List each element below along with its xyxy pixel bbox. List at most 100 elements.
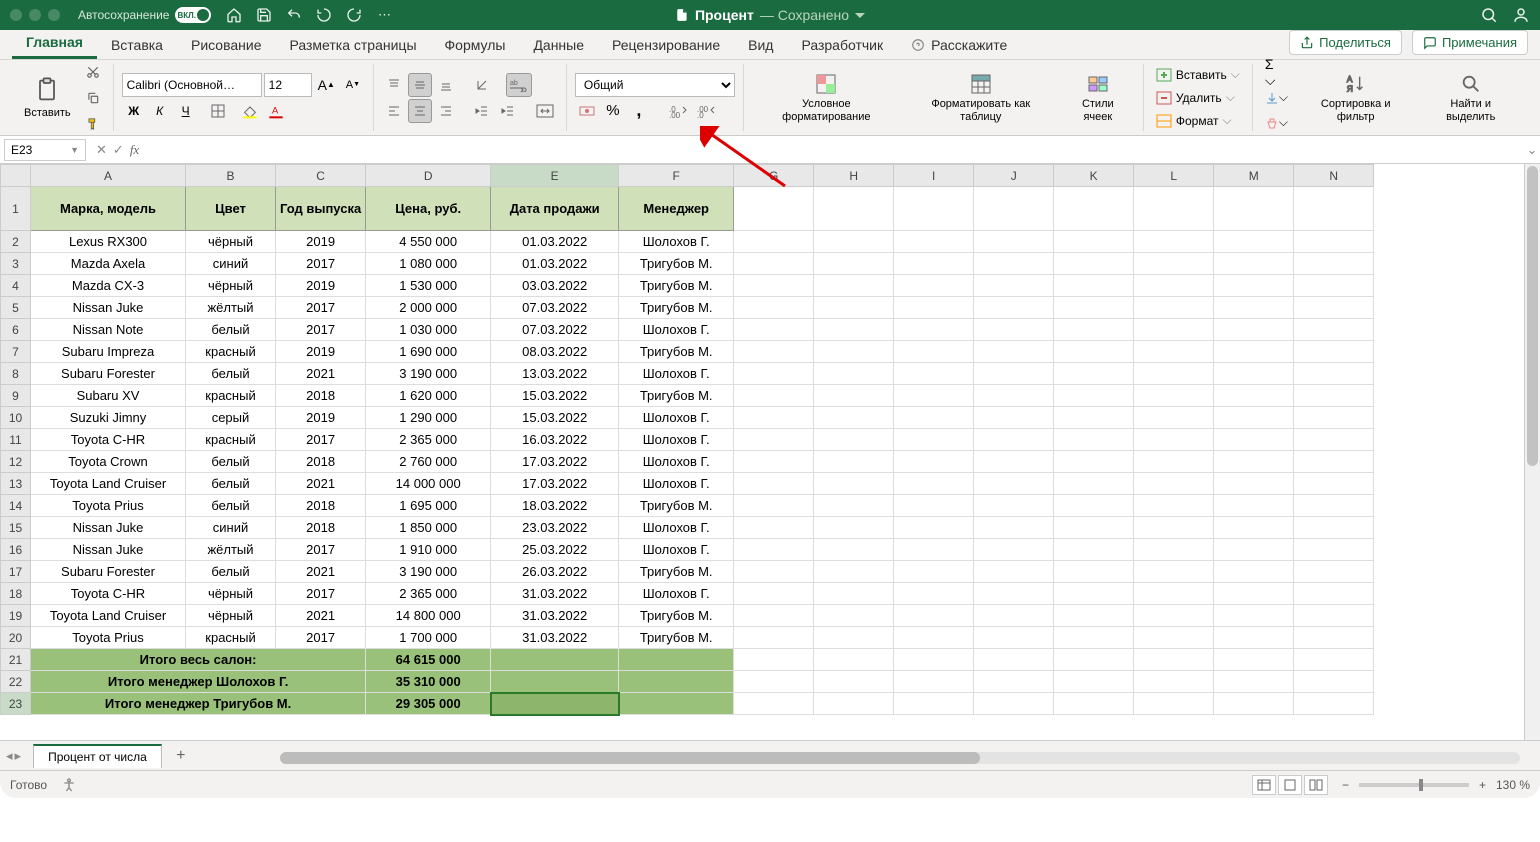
total-label[interactable]: Итого менеджер Шолохов Г. (31, 671, 366, 693)
data-cell[interactable]: 2017 (276, 297, 366, 319)
page-break-view-icon[interactable] (1304, 775, 1328, 795)
bold-button[interactable]: Ж (122, 99, 146, 123)
ribbon-tab-3[interactable]: Разметка страницы (276, 31, 431, 59)
data-cell[interactable]: Lexus RX300 (31, 231, 186, 253)
data-cell[interactable]: Шолохов Г. (619, 451, 734, 473)
data-cell[interactable]: 2018 (276, 517, 366, 539)
data-cell[interactable]: Шолохов Г. (619, 473, 734, 495)
data-cell[interactable]: белый (186, 561, 276, 583)
copy-icon[interactable] (81, 86, 105, 110)
data-cell[interactable]: Nissan Juke (31, 539, 186, 561)
data-cell[interactable]: 2018 (276, 495, 366, 517)
data-cell[interactable]: жёлтый (186, 539, 276, 561)
data-cell[interactable]: Toyota Prius (31, 495, 186, 517)
data-cell[interactable]: Nissan Note (31, 319, 186, 341)
data-cell[interactable]: Subaru Forester (31, 561, 186, 583)
currency-icon[interactable] (575, 99, 599, 123)
data-cell[interactable]: 2019 (276, 341, 366, 363)
data-cell[interactable]: красный (186, 627, 276, 649)
align-center-icon[interactable] (408, 99, 432, 123)
col-header[interactable]: B (186, 165, 276, 187)
cell[interactable] (491, 693, 619, 715)
data-cell[interactable]: 13.03.2022 (491, 363, 619, 385)
data-cell[interactable]: 2017 (276, 627, 366, 649)
col-header[interactable]: K (1054, 165, 1134, 187)
table-header-cell[interactable]: Дата продажи (491, 187, 619, 231)
comma-icon[interactable]: , (627, 99, 651, 123)
data-cell[interactable]: Тригубов М. (619, 275, 734, 297)
table-header-cell[interactable]: Марка, модель (31, 187, 186, 231)
data-cell[interactable]: жёлтый (186, 297, 276, 319)
zoom-out-button[interactable]: − (1342, 778, 1349, 792)
min-dot[interactable] (29, 9, 41, 21)
window-controls[interactable] (10, 9, 60, 21)
col-header[interactable]: C (276, 165, 366, 187)
total-label[interactable]: Итого менеджер Тригубов М. (31, 693, 366, 715)
redo-arrow-icon[interactable] (345, 6, 363, 24)
font-color-button[interactable]: А (264, 99, 288, 123)
data-cell[interactable]: 2019 (276, 275, 366, 297)
data-cell[interactable]: 17.03.2022 (491, 473, 619, 495)
data-cell[interactable]: белый (186, 319, 276, 341)
fx-icon[interactable]: fx (130, 142, 139, 158)
col-header[interactable]: M (1214, 165, 1294, 187)
data-cell[interactable]: чёрный (186, 231, 276, 253)
data-cell[interactable]: 2017 (276, 583, 366, 605)
data-cell[interactable]: 1 700 000 (366, 627, 491, 649)
data-cell[interactable]: 07.03.2022 (491, 297, 619, 319)
data-cell[interactable]: Subaru XV (31, 385, 186, 407)
name-box[interactable]: E23▼ (4, 139, 86, 161)
data-cell[interactable]: 2021 (276, 363, 366, 385)
data-cell[interactable]: 1 030 000 (366, 319, 491, 341)
total-label[interactable]: Итого весь салон: (31, 649, 366, 671)
comments-button[interactable]: Примечания (1412, 30, 1528, 55)
align-top-icon[interactable] (382, 73, 406, 97)
formula-input[interactable] (145, 139, 1524, 161)
data-cell[interactable]: серый (186, 407, 276, 429)
table-header-cell[interactable]: Цена, руб. (366, 187, 491, 231)
data-cell[interactable]: Mazda Axela (31, 253, 186, 275)
col-header[interactable]: I (894, 165, 974, 187)
data-cell[interactable]: 17.03.2022 (491, 451, 619, 473)
data-cell[interactable]: 26.03.2022 (491, 561, 619, 583)
data-cell[interactable]: Suzuki Jimny (31, 407, 186, 429)
conditional-formatting-button[interactable]: Условное форматирование (752, 64, 901, 132)
cell[interactable] (491, 671, 619, 693)
data-cell[interactable]: Тригубов М. (619, 495, 734, 517)
format-painter-icon[interactable] (81, 112, 105, 136)
data-cell[interactable]: Шолохов Г. (619, 583, 734, 605)
col-header[interactable]: D (366, 165, 491, 187)
data-cell[interactable]: Nissan Juke (31, 297, 186, 319)
next-sheet-icon[interactable]: ▸ (15, 748, 22, 764)
col-header[interactable]: H (814, 165, 894, 187)
prev-sheet-icon[interactable]: ◂ (6, 748, 13, 764)
horizontal-scrollbar[interactable] (280, 752, 1520, 764)
font-name-input[interactable] (122, 73, 262, 97)
data-cell[interactable]: Тригубов М. (619, 627, 734, 649)
data-cell[interactable]: 23.03.2022 (491, 517, 619, 539)
accessibility-icon[interactable] (61, 777, 77, 793)
border-button[interactable] (206, 99, 230, 123)
data-cell[interactable]: 03.03.2022 (491, 275, 619, 297)
data-cell[interactable]: чёрный (186, 275, 276, 297)
account-icon[interactable] (1512, 6, 1530, 24)
data-cell[interactable]: чёрный (186, 605, 276, 627)
data-cell[interactable]: 1 850 000 (366, 517, 491, 539)
data-cell[interactable]: Шолохов Г. (619, 407, 734, 429)
cancel-formula-icon[interactable]: ✕ (96, 142, 107, 158)
data-cell[interactable]: 1 620 000 (366, 385, 491, 407)
col-header[interactable]: N (1294, 165, 1374, 187)
format-as-table-button[interactable]: Форматировать как таблицу (905, 64, 1057, 132)
ribbon-tab-1[interactable]: Вставка (97, 31, 177, 59)
grid-scroll-area[interactable]: ABCDEFGHIJKLMN1Марка, модельЦветГод выпу… (0, 164, 1524, 740)
zoom-slider[interactable] (1359, 783, 1469, 787)
data-cell[interactable]: Шолохов Г. (619, 231, 734, 253)
data-cell[interactable]: 01.03.2022 (491, 253, 619, 275)
data-cell[interactable]: 2019 (276, 231, 366, 253)
italic-button[interactable]: К (148, 99, 172, 123)
add-sheet-button[interactable]: + (170, 745, 192, 767)
data-cell[interactable]: 16.03.2022 (491, 429, 619, 451)
data-cell[interactable]: синий (186, 517, 276, 539)
align-bottom-icon[interactable] (434, 73, 458, 97)
increase-font-icon[interactable]: A▲ (314, 73, 339, 97)
